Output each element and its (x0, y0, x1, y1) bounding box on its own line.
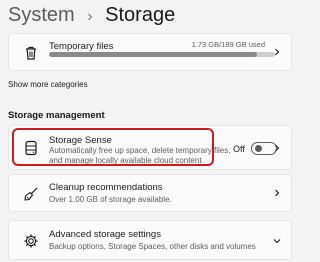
broom-icon (24, 187, 38, 201)
page-title: Storage (105, 4, 176, 26)
storage-sense-highlight (12, 128, 214, 166)
cleanup-recommendations-description: Over 1.00 GB of storage available. (49, 195, 172, 204)
chevron-right-icon (275, 144, 280, 152)
breadcrumb-separator: › (87, 8, 93, 25)
chevron-right-icon (275, 48, 280, 56)
temporary-files-title: Temporary files (49, 41, 114, 52)
chevron-right-icon (275, 189, 280, 197)
storage-sense-toggle-label: Off (233, 144, 245, 154)
temporary-files-card[interactable]: Temporary files 1.73 GB/189 GB used (8, 33, 292, 71)
show-more-categories-link[interactable]: Show more categories (8, 80, 88, 89)
cleanup-recommendations-card[interactable]: Cleanup recommendations Over 1.00 GB of … (8, 174, 292, 212)
advanced-storage-settings-card[interactable]: Advanced storage settings Backup options… (8, 220, 292, 260)
advanced-storage-settings-description: Backup options, Storage Spaces, other di… (49, 242, 256, 251)
trash-icon (26, 46, 36, 60)
cleanup-recommendations-title: Cleanup recommendations (49, 182, 163, 193)
temporary-files-usage-fill (49, 52, 257, 57)
storage-management-heading: Storage management (8, 110, 105, 121)
breadcrumb-system[interactable]: System (8, 4, 75, 26)
advanced-storage-settings-title: Advanced storage settings (49, 229, 161, 240)
temporary-files-usage: 1.73 GB/189 GB used (191, 40, 265, 49)
temporary-files-usage-bar (49, 52, 275, 57)
breadcrumb: System › Storage (8, 2, 175, 30)
gear-icon (24, 234, 38, 248)
toggle-knob (255, 145, 262, 152)
chevron-down-icon (273, 239, 281, 244)
